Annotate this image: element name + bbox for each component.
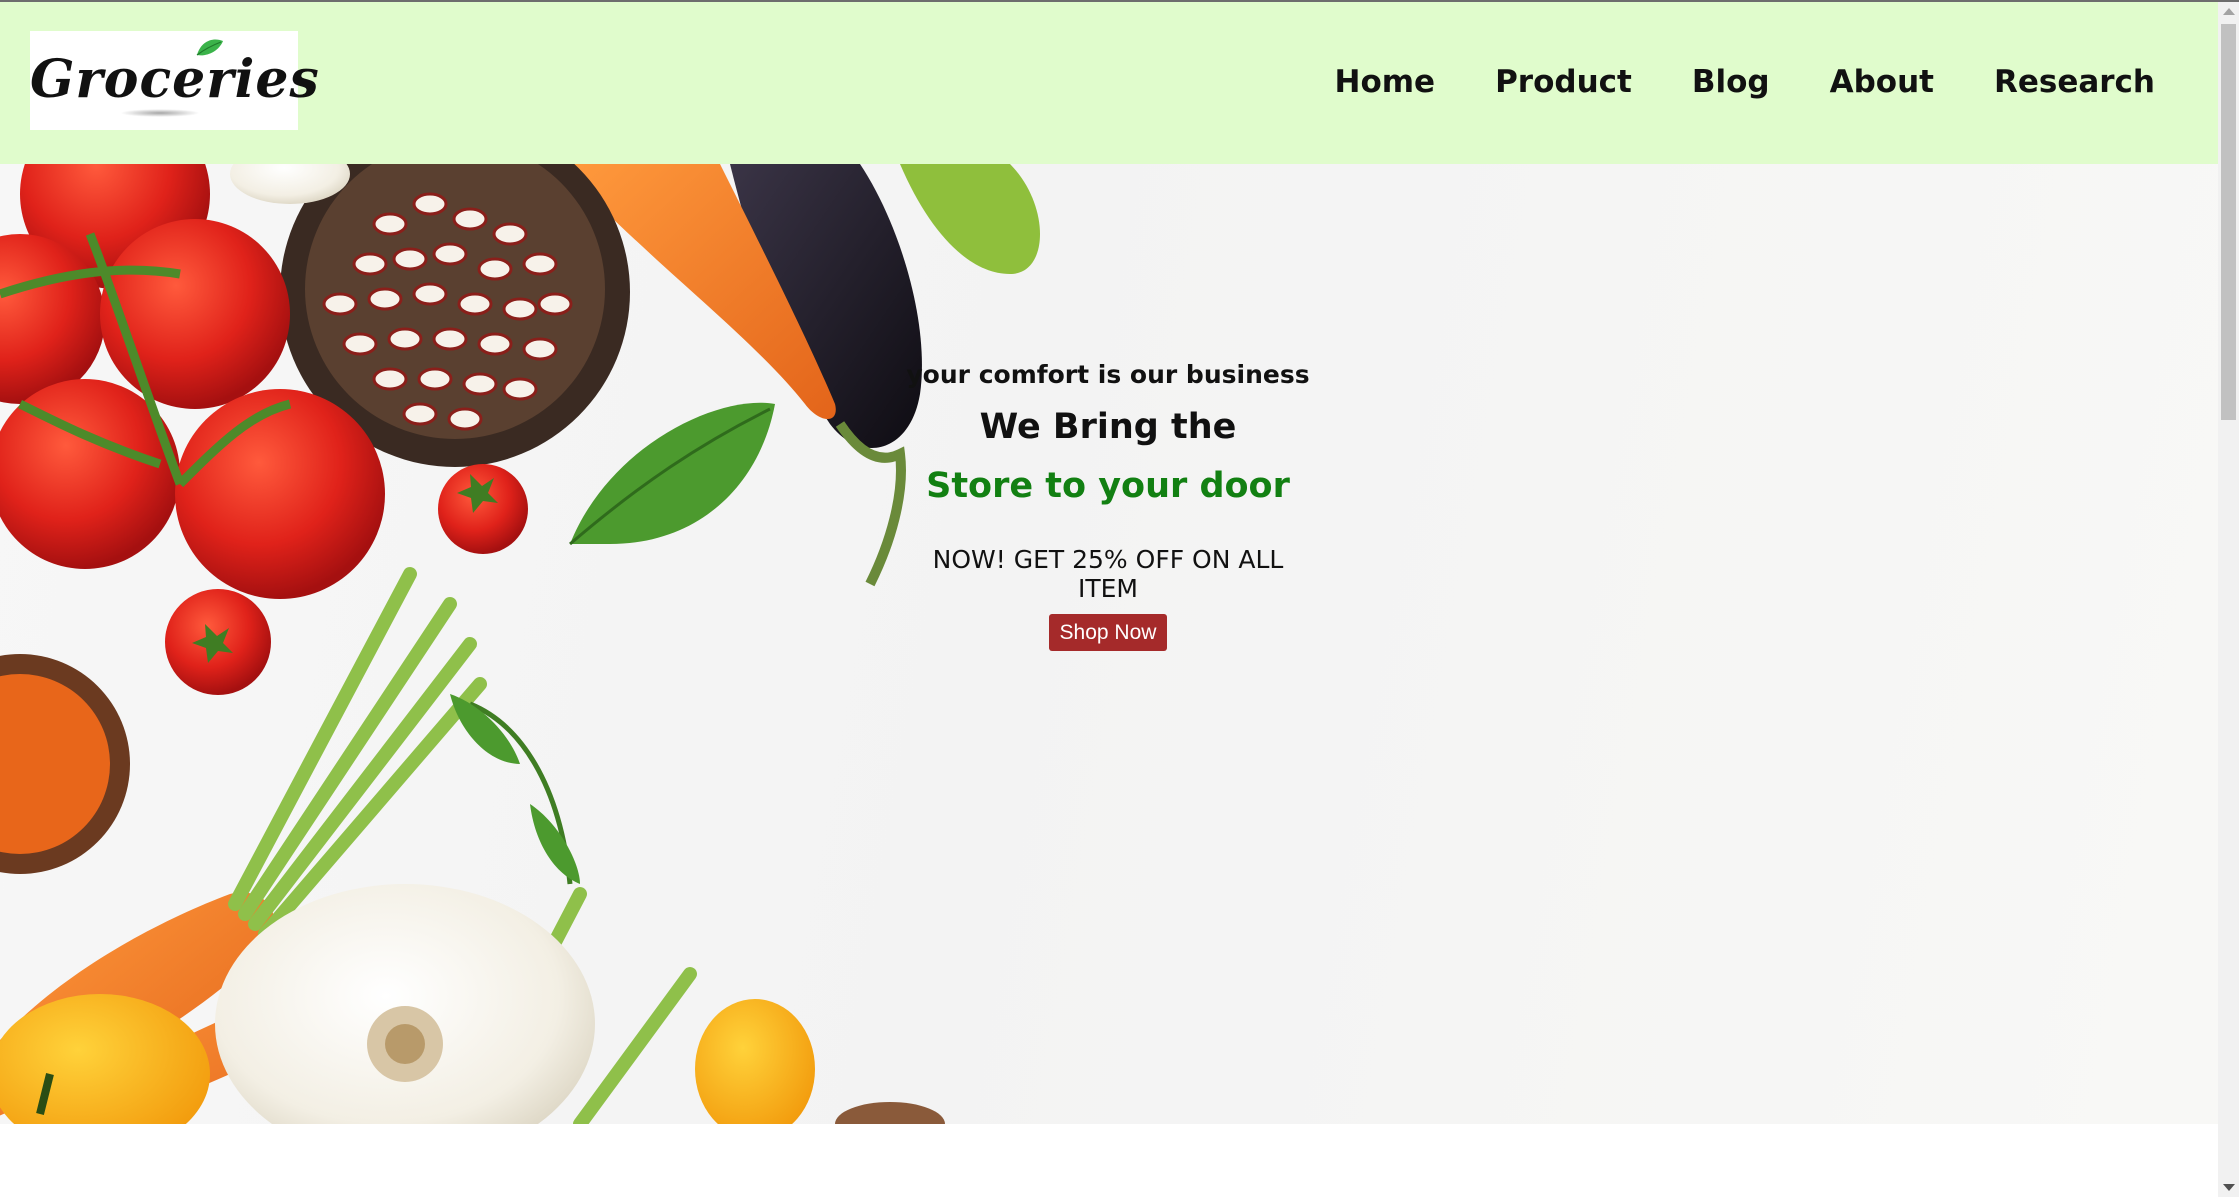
nav-link-blog[interactable]: Blog (1692, 62, 1770, 102)
scroll-down-arrow-icon[interactable] (2223, 1184, 2235, 1191)
page: Groceries Home Product Blog About Resear… (0, 0, 2239, 1197)
nav-link-about[interactable]: About (1830, 62, 1934, 102)
scrollbar-thumb[interactable] (2221, 24, 2236, 420)
main-nav: Home Product Blog About Research (1335, 62, 2156, 102)
vegetables-image (0, 164, 1040, 1124)
vertical-scrollbar[interactable] (2218, 2, 2239, 1197)
nav-link-product[interactable]: Product (1495, 62, 1632, 102)
nav-link-home[interactable]: Home (1335, 62, 1436, 102)
scroll-up-arrow-icon[interactable] (2223, 8, 2235, 15)
logo-shadow (120, 109, 200, 117)
logo[interactable]: Groceries (30, 31, 320, 130)
page-content-below (0, 1124, 2218, 1197)
nav-link-research[interactable]: Research (1994, 62, 2155, 102)
hero-tagline: your comfort is our business (906, 360, 1310, 389)
hero-offer: NOW! GET 25% OFF ON ALL ITEM (932, 545, 1284, 603)
hero-banner: your comfort is our business We Bring th… (0, 164, 2218, 1124)
logo-text: Groceries (30, 49, 320, 110)
hero-headline-line1: We Bring the (979, 407, 1237, 447)
navbar: Groceries Home Product Blog About Resear… (0, 2, 2218, 164)
hero-headline-line2: Store to your door (926, 466, 1290, 506)
shop-now-button[interactable]: Shop Now (1049, 614, 1167, 651)
